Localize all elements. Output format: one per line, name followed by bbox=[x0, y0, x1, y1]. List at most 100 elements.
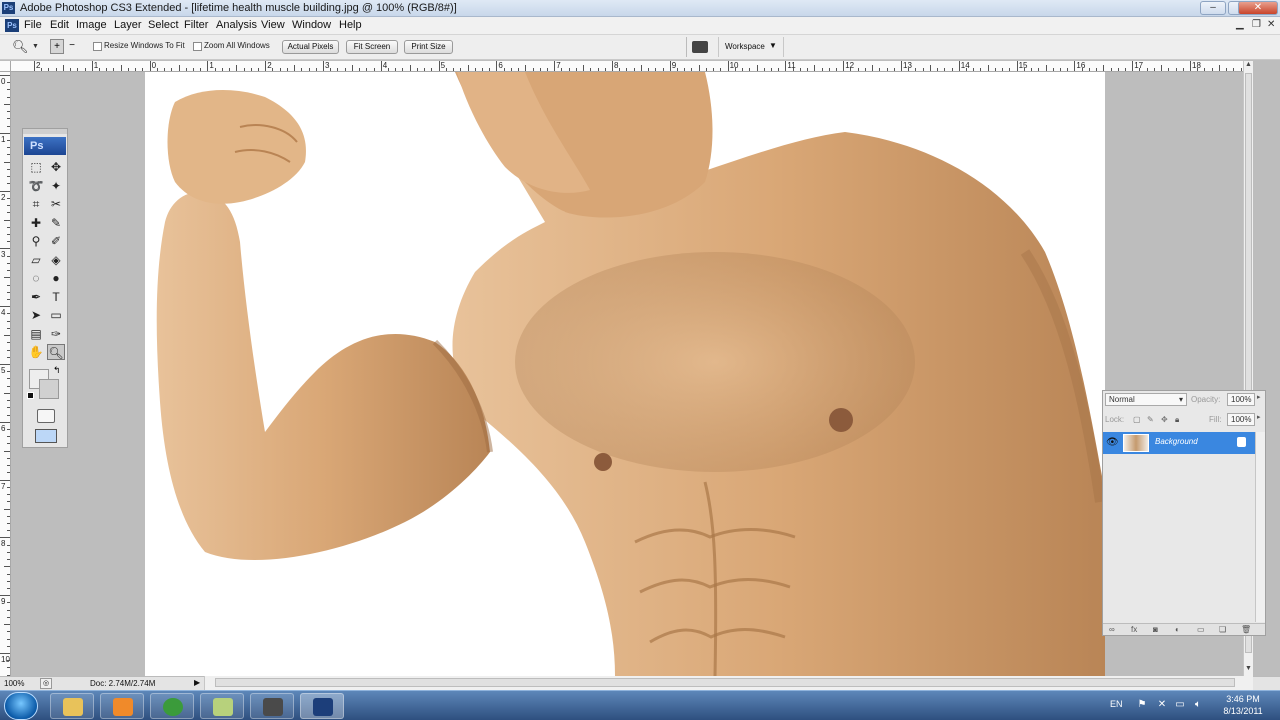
tools-panel-grip[interactable] bbox=[23, 129, 67, 134]
zoom-all-windows-checkbox[interactable] bbox=[193, 42, 202, 51]
slice-icon[interactable]: ✂ bbox=[47, 196, 65, 212]
doc-close-icon[interactable]: ✕ bbox=[1267, 19, 1275, 30]
zoom-icon[interactable]: 🔍︎ bbox=[47, 344, 65, 360]
eyedropper-icon[interactable]: ✑ bbox=[47, 326, 65, 342]
layer-row-background[interactable]: 👁︎ Background bbox=[1103, 432, 1255, 454]
network-icon[interactable]: ✕ bbox=[1156, 699, 1168, 711]
taskbar-camera-app[interactable] bbox=[250, 693, 294, 719]
link-layers-icon[interactable]: ∞ bbox=[1109, 625, 1115, 634]
layer-mask-icon[interactable]: ◙ bbox=[1153, 625, 1158, 634]
history-brush-icon[interactable]: ✐ bbox=[47, 233, 65, 249]
lock-transparency-icon[interactable]: ▢ bbox=[1133, 415, 1141, 424]
default-colors-icon[interactable] bbox=[27, 392, 34, 399]
background-color-swatch[interactable] bbox=[39, 379, 59, 399]
opacity-stepper-icon[interactable]: ▸ bbox=[1257, 393, 1265, 406]
doc-restore-icon[interactable]: ❐ bbox=[1252, 19, 1261, 30]
fit-screen-button[interactable]: Fit Screen bbox=[346, 40, 398, 54]
taskbar-media-player[interactable] bbox=[100, 693, 144, 719]
start-button[interactable] bbox=[4, 692, 38, 720]
taskbar-notes-app[interactable] bbox=[200, 693, 244, 719]
layer-style-icon[interactable]: fx bbox=[1131, 625, 1137, 634]
opacity-input[interactable]: 100% bbox=[1227, 393, 1255, 406]
vertical-ruler[interactable]: 0 1 2 3 4 5 6 7 8 9 10 bbox=[0, 72, 11, 676]
move-icon[interactable]: ✥ bbox=[47, 159, 65, 175]
photoshop-toolbox-badge[interactable]: Ps bbox=[24, 137, 66, 155]
menu-window[interactable]: Window bbox=[292, 19, 331, 31]
lock-pixels-icon[interactable]: ✎ bbox=[1147, 415, 1154, 424]
type-icon[interactable]: T bbox=[47, 289, 65, 305]
swap-colors-icon[interactable]: ↰ bbox=[53, 365, 61, 376]
zoom-out-icon[interactable]: − bbox=[65, 39, 79, 54]
quick-mask-icon[interactable] bbox=[37, 409, 55, 423]
scroll-up-icon[interactable]: ▲ bbox=[1245, 61, 1252, 68]
canvas-area[interactable] bbox=[11, 72, 1243, 676]
taskbar-photoshop[interactable] bbox=[300, 693, 344, 719]
adjustment-layer-icon[interactable]: ◐ bbox=[1175, 625, 1180, 634]
doc-minimize-icon[interactable]: ▁ bbox=[1236, 19, 1244, 30]
hand-icon[interactable]: ✋ bbox=[27, 344, 45, 360]
menu-help[interactable]: Help bbox=[339, 19, 362, 31]
crop-icon[interactable]: ⌗ bbox=[27, 196, 45, 212]
lock-all-icon[interactable]: 🔒︎ bbox=[1175, 415, 1179, 425]
close-button[interactable]: ✕ bbox=[1238, 1, 1278, 15]
lock-position-icon[interactable]: ✥ bbox=[1161, 415, 1168, 424]
clone-stamp-icon[interactable]: ⚲ bbox=[27, 233, 45, 249]
volume-icon[interactable]: 🔈︎ bbox=[1192, 699, 1204, 711]
paint-bucket-icon[interactable]: ◈ bbox=[47, 252, 65, 268]
bridge-icon[interactable] bbox=[692, 41, 708, 53]
notes-icon[interactable]: ▤ bbox=[27, 326, 45, 342]
dodge-icon[interactable]: ● bbox=[47, 270, 65, 286]
language-indicator[interactable]: EN bbox=[1110, 699, 1123, 709]
magic-wand-icon[interactable]: ✦ bbox=[47, 178, 65, 194]
blend-mode-select[interactable]: Normal ▾ bbox=[1105, 393, 1187, 406]
zoom-in-icon[interactable]: + bbox=[50, 39, 64, 54]
delete-layer-icon[interactable]: 🗑︎ bbox=[1241, 625, 1251, 634]
flag-icon[interactable]: ⚑ bbox=[1136, 699, 1148, 711]
ruler-origin[interactable] bbox=[0, 61, 11, 72]
menu-layer[interactable]: Layer bbox=[114, 19, 142, 31]
print-size-button[interactable]: Print Size bbox=[404, 40, 453, 54]
eye-visibility-icon[interactable]: 👁︎ bbox=[1106, 437, 1119, 448]
menu-file[interactable]: File bbox=[24, 19, 42, 31]
menu-image[interactable]: Image bbox=[76, 19, 107, 31]
chevron-down-icon[interactable]: ▼ bbox=[32, 43, 39, 50]
zoom-level[interactable]: 100% bbox=[4, 679, 24, 688]
eraser-icon[interactable]: ▱ bbox=[27, 252, 45, 268]
status-menu-arrow-icon[interactable]: ▶ bbox=[194, 678, 200, 687]
blur-icon[interactable]: ◌ bbox=[27, 270, 45, 286]
menu-select[interactable]: Select bbox=[148, 19, 179, 31]
resize-windows-checkbox[interactable] bbox=[93, 42, 102, 51]
taskbar-chrome[interactable] bbox=[150, 693, 194, 719]
actual-pixels-button[interactable]: Actual Pixels bbox=[282, 40, 339, 54]
pen-icon[interactable]: ✒ bbox=[27, 289, 45, 305]
marquee-icon[interactable]: ⬚ bbox=[27, 159, 45, 175]
rectangle-shape-icon[interactable]: ▭ bbox=[47, 307, 65, 323]
horizontal-scrollbar[interactable] bbox=[204, 676, 1253, 690]
taskbar-windows-explorer[interactable] bbox=[50, 693, 94, 719]
lasso-icon[interactable]: ➰ bbox=[27, 178, 45, 194]
brush-icon[interactable]: ✎ bbox=[47, 215, 65, 231]
photoshop-menu-icon[interactable]: Ps bbox=[5, 19, 19, 32]
new-layer-icon[interactable]: ❏ bbox=[1219, 625, 1226, 634]
document-canvas[interactable] bbox=[145, 72, 1105, 676]
menu-edit[interactable]: Edit bbox=[50, 19, 69, 31]
menu-view[interactable]: View bbox=[261, 19, 285, 31]
layers-scrollbar[interactable] bbox=[1255, 432, 1265, 622]
zoom-tool-preset-icon[interactable]: 🔍︎ bbox=[12, 39, 29, 55]
horizontal-scroll-thumb[interactable] bbox=[215, 678, 1235, 687]
new-group-icon[interactable]: ▭ bbox=[1197, 625, 1205, 634]
workspace-menu[interactable]: Workspace ▼ bbox=[718, 37, 784, 57]
fill-input[interactable]: 100% bbox=[1227, 413, 1255, 426]
monitor-icon[interactable]: ▭ bbox=[1174, 699, 1186, 711]
minimize-button[interactable]: – bbox=[1200, 1, 1226, 15]
path-selection-icon[interactable]: ➤ bbox=[27, 307, 45, 323]
system-clock[interactable]: 3:46 PM 8/13/2011 bbox=[1210, 693, 1276, 717]
menu-filter[interactable]: Filter bbox=[184, 19, 208, 31]
fill-stepper-icon[interactable]: ▸ bbox=[1257, 413, 1265, 426]
screen-mode-icon[interactable] bbox=[35, 429, 57, 443]
scroll-down-icon[interactable]: ▼ bbox=[1245, 665, 1252, 672]
menu-analysis[interactable]: Analysis bbox=[216, 19, 257, 31]
status-preview-icon[interactable]: ◎ bbox=[40, 678, 52, 689]
horizontal-ruler[interactable]: 2 1 0 1 2 3 4 5 6 7 8 9 10 11 12 13 14 15 16 17 18 bbox=[11, 61, 1243, 72]
healing-brush-icon[interactable]: ✚ bbox=[27, 215, 45, 231]
